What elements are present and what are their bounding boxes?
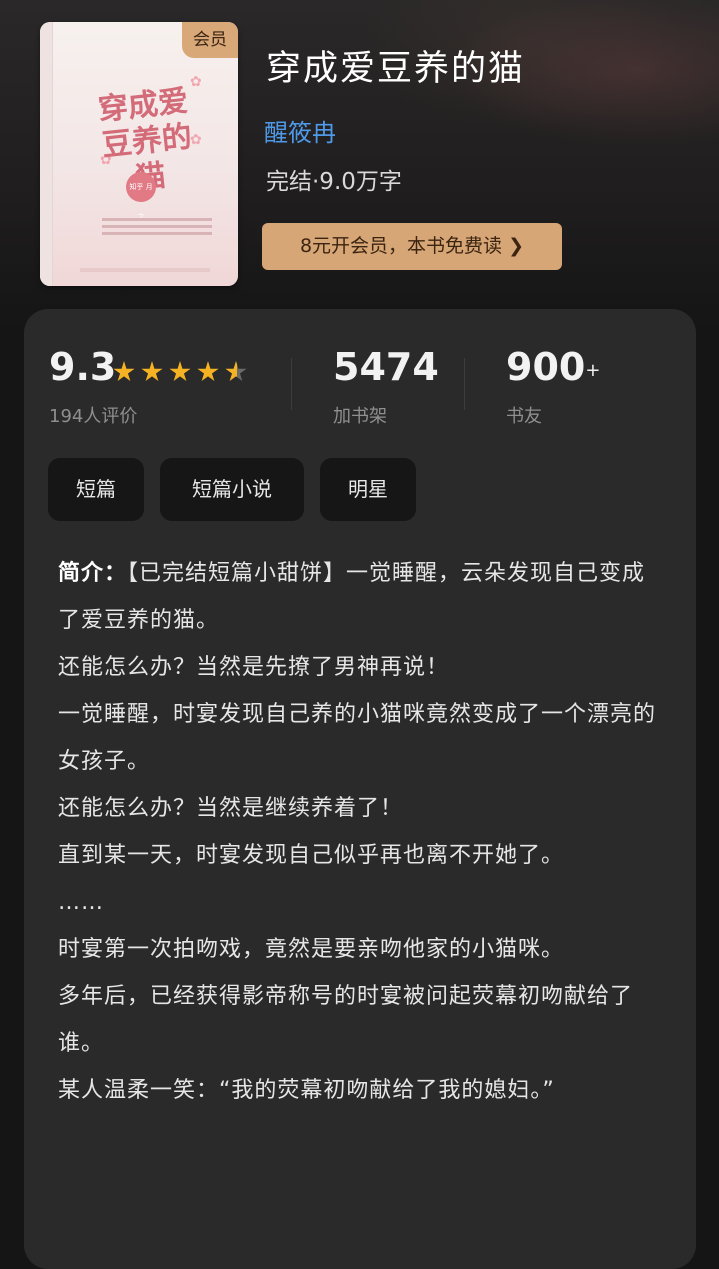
friends-plus: +: [585, 360, 601, 381]
shelf-label: 加书架: [333, 406, 387, 427]
tag-short-novel[interactable]: 短篇小说: [160, 458, 304, 521]
rating-stars: [113, 361, 253, 387]
shelf-count: 5474: [333, 345, 439, 389]
book-title: 穿成爱豆养的猫: [266, 49, 526, 89]
synopsis-line: ……: [58, 890, 104, 915]
author-link[interactable]: 醒筱冉: [264, 113, 336, 148]
member-badge: 会员: [182, 22, 238, 58]
book-cover[interactable]: ✿ ✿ ✿ 穿成爱豆养的猫 知乎 月之 会员: [40, 22, 238, 286]
star-icon: [113, 361, 135, 382]
synopsis-line: 时宴第一次拍吻戏，竟然是要亲吻他家的小猫咪。: [58, 937, 565, 962]
star-icon: [169, 361, 191, 382]
half-star-icon: [225, 361, 247, 382]
synopsis-line: 简介：【已完结短篇小甜饼】一觉睡醒，云朵发现自己变成了爱豆养的猫。: [58, 550, 658, 644]
synopsis-line: 某人温柔一笑：“我的荧幕初吻献给了我的媳妇。”: [58, 1078, 555, 1103]
stat-divider: [464, 358, 465, 410]
synopsis: 简介：【已完结短篇小甜饼】一觉睡醒，云朵发现自己变成了爱豆养的猫。 还能怎么办？…: [58, 550, 658, 1114]
friends-stat[interactable]: 900+ 书友: [506, 344, 600, 428]
synopsis-label: 简介：: [58, 561, 128, 586]
friends-count: 900: [506, 345, 586, 389]
synopsis-line: 多年后，已经获得影帝称号的时宴被问起荧幕初吻献给了谁。: [58, 984, 634, 1056]
shelf-stat: 5474 加书架: [333, 344, 439, 428]
synopsis-line: 还能怎么办？当然是先撩了男神再说！: [58, 655, 450, 680]
tag-short[interactable]: 短篇: [48, 458, 144, 521]
cover-spine: [40, 22, 53, 286]
friends-count-row: 900+: [506, 344, 600, 390]
synopsis-line: 还能怎么办？当然是继续养着了！: [58, 796, 404, 821]
cover-circle-label: 知乎 月之: [126, 172, 156, 221]
stat-divider: [291, 358, 292, 410]
cover-text-lines: [102, 218, 212, 244]
tag-celebrity[interactable]: 明星: [320, 458, 416, 521]
star-icon: [197, 361, 219, 382]
synopsis-line: 直到某一天，时宴发现自己似乎再也离不开她了。: [58, 843, 565, 868]
rating-count: 194人评价: [49, 406, 138, 427]
synopsis-line: 一觉睡醒，时宴发现自己养的小猫咪竟然变成了一个漂亮的女孩子。: [58, 702, 657, 774]
cover-bar: [80, 268, 210, 272]
star-icon: [141, 361, 163, 382]
vip-free-read-button[interactable]: 8元开会员，本书免费读 ❯: [262, 223, 562, 270]
book-status: 完结·9.0万字: [266, 169, 402, 195]
synopsis-text: 【已完结短篇小甜饼】一觉睡醒，云朵发现自己变成了爱豆养的猫。: [58, 561, 646, 633]
friends-label: 书友: [506, 406, 542, 427]
